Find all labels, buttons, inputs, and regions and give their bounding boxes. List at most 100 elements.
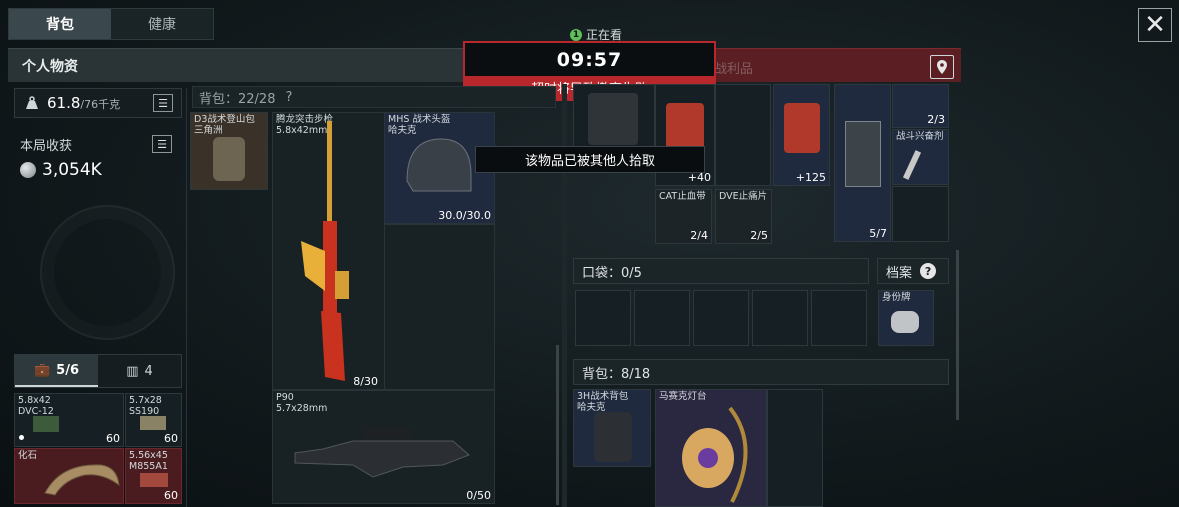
item-qty: 2/5 bbox=[750, 229, 768, 242]
lamp-icon bbox=[682, 406, 748, 503]
loot-tourniquet[interactable]: CAT止血带 2/4 bbox=[655, 189, 712, 244]
pocket-items-count: 5/6 bbox=[56, 362, 80, 378]
item-name: 马赛克灯台 bbox=[659, 391, 707, 402]
pocket-slot[interactable] bbox=[693, 290, 749, 346]
loot-pocket-label: 口袋：0/5 bbox=[582, 265, 642, 281]
location-pin-button[interactable] bbox=[930, 55, 954, 79]
loot-backpack-header: 背包：8/18 bbox=[573, 359, 949, 385]
picked-up-tooltip: 该物品已被其他人拾取 bbox=[475, 146, 705, 173]
loot-tool-case[interactable]: 5/7 bbox=[834, 84, 891, 242]
loot-canister[interactable]: 2/3 bbox=[892, 84, 949, 128]
loot-painkiller[interactable]: DVE止痛片 2/5 bbox=[715, 189, 772, 244]
weight-current: 61.8 bbox=[47, 94, 81, 112]
weight-value: 61.8/76千克 bbox=[47, 94, 120, 112]
item-name: DVE止痛片 bbox=[719, 191, 768, 202]
item-ammo: 8/30 bbox=[353, 375, 378, 388]
faction-emblem-watermark bbox=[40, 205, 175, 340]
item-qty: 2/4 bbox=[690, 229, 708, 242]
pocket-slot[interactable] bbox=[634, 290, 690, 346]
loot-empty-slot bbox=[715, 84, 771, 186]
loot-stimulant[interactable]: 战斗兴奋剂 bbox=[892, 129, 949, 185]
item-name: 化石 bbox=[18, 450, 38, 461]
new-item-dot bbox=[19, 435, 24, 440]
item-qty: 60 bbox=[106, 432, 120, 445]
item-qty: +125 bbox=[795, 171, 826, 184]
item-name: 战斗兴奋剂 bbox=[896, 131, 944, 142]
tab-pocket-items[interactable]: 💼 5/6 bbox=[15, 355, 98, 387]
secure-case-count: 4 bbox=[144, 363, 153, 379]
loot-mosaic-lamp[interactable]: 马赛克灯台 bbox=[655, 389, 767, 507]
help-icon[interactable]: ? bbox=[285, 90, 292, 105]
income-list-button[interactable]: ☰ bbox=[152, 135, 172, 153]
rifle-icon bbox=[301, 121, 349, 381]
close-button[interactable]: ✕ bbox=[1138, 8, 1172, 42]
help-icon[interactable]: ? bbox=[920, 263, 937, 279]
backpack-capacity-bar: 背包：22/28 ? bbox=[192, 86, 556, 108]
backpack-icon bbox=[594, 412, 632, 462]
income-amount: 3,054K bbox=[42, 160, 102, 180]
ammo-box-icon bbox=[33, 416, 59, 432]
weight-icon bbox=[26, 96, 38, 109]
list-icon: ☰ bbox=[158, 96, 168, 110]
loot-empty-slot bbox=[892, 186, 949, 242]
tab-health[interactable]: 健康 bbox=[111, 9, 213, 39]
item-name: 5.8x42 DVC-12 bbox=[18, 395, 54, 417]
loot-backpack-item[interactable]: 3H战术背包 哈夫克 bbox=[573, 389, 651, 467]
equip-rifle-slot[interactable]: 腾龙突击步枪 5.8x42mm 8/30 bbox=[272, 112, 385, 390]
item-name: 5.7x28 SS190 bbox=[129, 395, 162, 417]
item-ammo-556x45[interactable]: 5.56x45 M855A1 60 bbox=[125, 448, 182, 504]
coin-icon bbox=[20, 162, 36, 178]
ammo-box-icon bbox=[140, 416, 166, 430]
item-qty: 60 bbox=[164, 489, 178, 502]
archive-label: 档案 bbox=[886, 265, 913, 281]
tab-backpack[interactable]: 背包 bbox=[9, 9, 111, 39]
item-ammo-57x28[interactable]: 5.7x28 SS190 60 bbox=[125, 393, 182, 447]
syringe-icon bbox=[902, 150, 922, 180]
item-qty: 5/7 bbox=[869, 227, 887, 240]
equip-smg-slot[interactable]: P90 5.7x28mm 0/50 bbox=[272, 390, 495, 504]
loot-vest-slot[interactable] bbox=[573, 84, 655, 150]
briefcase-icon: 💼 bbox=[33, 362, 51, 378]
backpack-icon bbox=[213, 137, 245, 181]
header-title: 个人物资 bbox=[22, 58, 78, 75]
loot-scrollbar[interactable] bbox=[956, 250, 959, 420]
item-name: 身份牌 bbox=[882, 292, 911, 303]
tab-secure-case[interactable]: ▥ 4 bbox=[98, 355, 181, 387]
item-fossil[interactable]: 化石 bbox=[14, 448, 124, 504]
loot-medkit-125[interactable]: +125 bbox=[773, 84, 830, 186]
equip-scrollbar[interactable] bbox=[556, 345, 559, 505]
income-label: 本局收获 bbox=[20, 139, 73, 154]
spectator-count: 1 bbox=[570, 28, 582, 41]
fossil-icon bbox=[44, 464, 120, 496]
pocket-slot[interactable] bbox=[752, 290, 808, 346]
top-tabs: 背包 健康 bbox=[8, 8, 214, 40]
item-name: 5.56x45 M855A1 bbox=[129, 450, 168, 472]
divider bbox=[186, 88, 187, 507]
item-ammo-58x42[interactable]: 5.8x42 DVC-12 60 bbox=[14, 393, 124, 447]
pocket-slot[interactable] bbox=[811, 290, 867, 346]
tool-case-icon bbox=[845, 121, 881, 187]
pocket-tabs: 💼 5/6 ▥ 4 bbox=[14, 354, 182, 388]
location-pin-icon bbox=[937, 60, 947, 74]
weight-panel: 61.8/76千克 ☰ bbox=[14, 88, 182, 118]
weight-list-button[interactable]: ☰ bbox=[153, 94, 173, 112]
case-icon: ▥ bbox=[126, 363, 139, 379]
ammo-box-icon bbox=[140, 473, 168, 487]
timer-value: 09:57 bbox=[556, 49, 623, 71]
list-icon: ☰ bbox=[157, 137, 167, 151]
helmet-icon bbox=[406, 138, 472, 192]
loot-header-title: 战利品 bbox=[714, 62, 754, 77]
loot-backpack-label: 背包：8/18 bbox=[582, 366, 651, 382]
loot-backpack-empty-slot bbox=[767, 389, 823, 507]
item-name: 3H战术背包 哈夫克 bbox=[577, 391, 629, 413]
item-ammo: 0/50 bbox=[466, 489, 491, 502]
equip-empty-slot bbox=[384, 224, 495, 390]
item-name: MHS 战术头盔 哈夫克 bbox=[388, 114, 451, 136]
equip-backpack-slot[interactable]: D3战术登山包 三角洲 bbox=[190, 112, 268, 190]
archive-dogtag[interactable]: 身份牌 bbox=[878, 290, 934, 346]
dogtag-icon bbox=[891, 311, 919, 333]
item-qty: 60 bbox=[164, 432, 178, 445]
vest-icon bbox=[588, 93, 638, 145]
pocket-slot[interactable] bbox=[575, 290, 631, 346]
item-qty: 2/3 bbox=[927, 113, 945, 126]
